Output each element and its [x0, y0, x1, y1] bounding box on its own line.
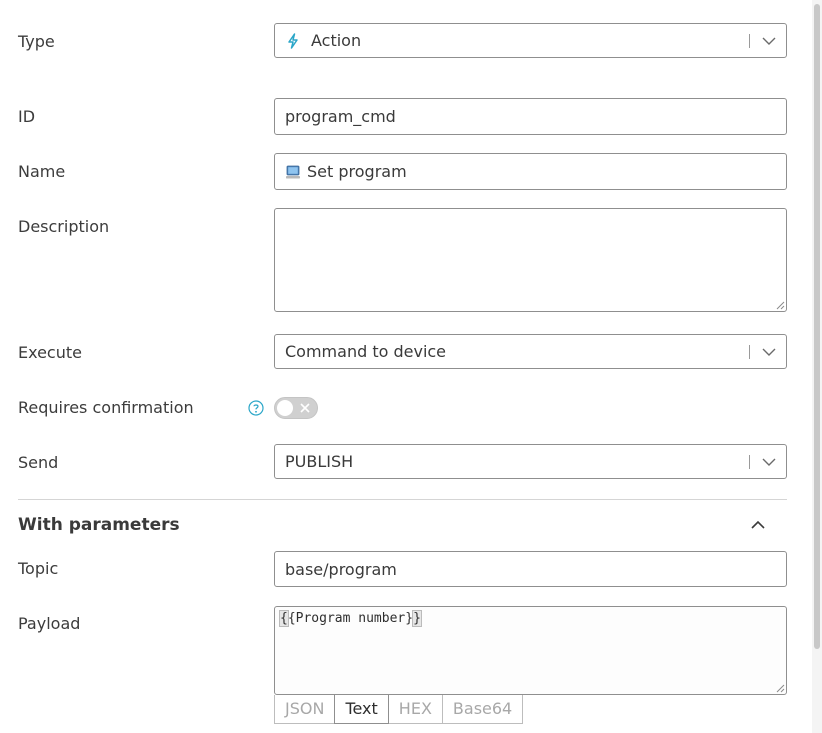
- send-value: PUBLISH: [285, 452, 354, 471]
- id-field[interactable]: [274, 98, 787, 135]
- type-dropdown-control[interactable]: [749, 33, 776, 48]
- execute-value: Command to device: [285, 342, 447, 361]
- send-dropdown-control[interactable]: [749, 454, 776, 469]
- open-brace: {: [279, 610, 289, 627]
- section-divider: [18, 499, 787, 500]
- execute-dropdown-control[interactable]: [749, 344, 776, 359]
- type-label: Type: [18, 32, 55, 51]
- vertical-scrollbar[interactable]: [812, 0, 822, 733]
- resize-handle-icon[interactable]: [775, 300, 785, 310]
- name-field[interactable]: Set program: [274, 153, 787, 190]
- tab-hex[interactable]: HEX: [387, 695, 443, 724]
- payload-body: {Program number}: [287, 611, 414, 626]
- description-label: Description: [18, 217, 110, 236]
- execute-select[interactable]: Command to device: [274, 334, 787, 369]
- chevron-down-icon: [762, 458, 776, 466]
- chevron-up-icon[interactable]: [750, 518, 766, 532]
- name-label: Name: [18, 162, 66, 181]
- tab-text[interactable]: Text: [334, 695, 389, 724]
- parameters-section-title: With parameters: [18, 515, 180, 535]
- action-form: Type Action ID Name Set program Descript…: [0, 0, 812, 733]
- topic-label: Topic: [18, 559, 59, 578]
- execute-label: Execute: [18, 343, 82, 362]
- topic-field[interactable]: [274, 551, 787, 587]
- close-icon: [300, 403, 310, 413]
- description-textarea[interactable]: [274, 208, 787, 312]
- resize-handle-icon[interactable]: [775, 683, 785, 693]
- toggle-knob: [277, 400, 293, 416]
- help-icon[interactable]: [248, 400, 264, 416]
- topic-input[interactable]: [285, 559, 776, 579]
- chevron-down-icon: [762, 348, 776, 356]
- close-brace: }: [412, 610, 422, 627]
- chevron-down-icon: [762, 37, 776, 45]
- payload-code: {{Program number}}: [279, 610, 422, 627]
- requires-confirmation-toggle[interactable]: [274, 397, 318, 419]
- send-label: Send: [18, 453, 59, 472]
- payload-format-tabs: JSON Text HEX Base64: [274, 695, 524, 724]
- payload-editor[interactable]: {{Program number}}: [274, 606, 787, 695]
- type-select[interactable]: Action: [274, 23, 787, 58]
- tab-json[interactable]: JSON: [274, 695, 336, 724]
- name-value: Set program: [307, 162, 407, 181]
- tab-base64[interactable]: Base64: [441, 695, 524, 724]
- requires-confirmation-label: Requires confirmation: [18, 398, 194, 417]
- id-label: ID: [18, 107, 36, 126]
- payload-label: Payload: [18, 614, 81, 633]
- type-value: Action: [311, 31, 362, 50]
- send-select[interactable]: PUBLISH: [274, 444, 787, 479]
- id-input[interactable]: [285, 107, 776, 126]
- lightning-icon: [288, 32, 298, 49]
- scrollbar-thumb[interactable]: [814, 4, 820, 649]
- computer-icon: [286, 165, 300, 178]
